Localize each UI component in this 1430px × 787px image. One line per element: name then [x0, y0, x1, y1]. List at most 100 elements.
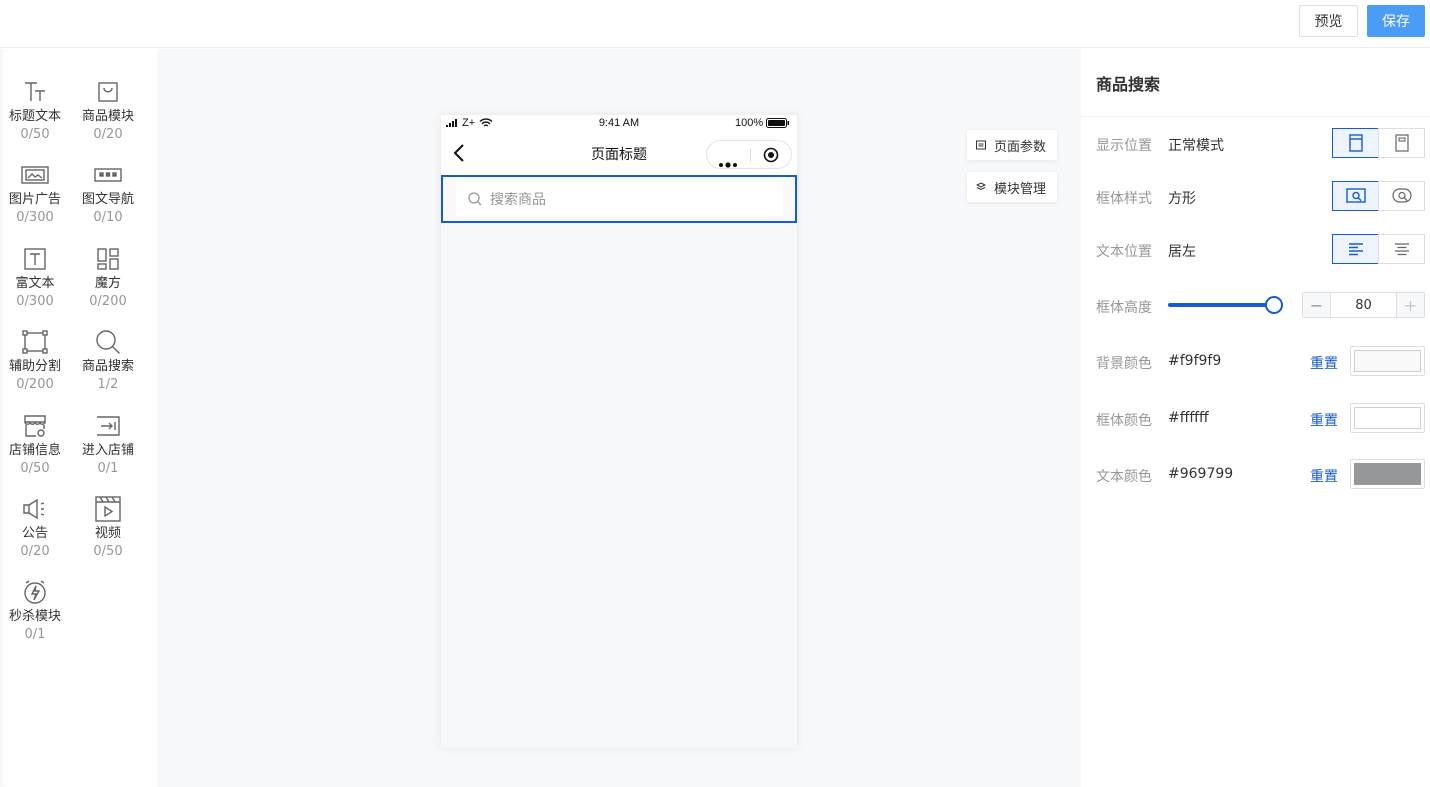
- bg-color-picker[interactable]: [1350, 346, 1425, 376]
- component-name: 视频: [94, 526, 121, 541]
- setting-label: 框体高度: [1096, 300, 1152, 316]
- setting-label: 显示位置: [1096, 138, 1152, 154]
- component-name: 辅助分割: [8, 359, 61, 374]
- align-left-option[interactable]: [1332, 234, 1379, 264]
- component-name: 秒杀模块: [8, 609, 61, 624]
- component-panel: 标题文本 0/50 商品模块 0/20 图片广告 0/300 图文导航 0/10: [0, 49, 157, 787]
- component-goods[interactable]: 商品模块 0/20: [73, 77, 143, 143]
- round-style-option[interactable]: [1378, 181, 1425, 211]
- component-count: 0/10: [93, 210, 123, 225]
- component-name: 标题文本: [8, 109, 61, 124]
- tab-module-manage[interactable]: 模块管理: [967, 172, 1057, 202]
- component-cube[interactable]: 魔方 0/200: [73, 244, 143, 310]
- component-announcement[interactable]: 公告 0/20: [0, 494, 70, 560]
- enter-store-icon: [93, 411, 123, 441]
- setting-label: 框体样式: [1096, 191, 1152, 207]
- setting-box-color: 框体颜色 #ffffff 重置: [1096, 403, 1426, 435]
- search-module-block[interactable]: 搜索商品: [441, 175, 797, 223]
- component-count: 0/200: [16, 377, 54, 392]
- component-image-ad[interactable]: 图片广告 0/300: [0, 160, 70, 226]
- color-swatch: [1354, 463, 1421, 485]
- save-button[interactable]: 保存: [1367, 5, 1425, 37]
- color-swatch: [1354, 350, 1421, 372]
- component-enter-store[interactable]: 进入店铺 0/1: [73, 411, 143, 477]
- reset-link[interactable]: 重置: [1310, 353, 1338, 373]
- component-search[interactable]: 商品搜索 1/2: [73, 327, 143, 393]
- text-position-toggle: [1332, 234, 1425, 264]
- phone-fixed-icon: [1394, 134, 1409, 152]
- tab-page-params[interactable]: 页面参数: [967, 130, 1057, 160]
- search-icon: [468, 192, 482, 206]
- box-color-picker[interactable]: [1350, 403, 1425, 433]
- setting-label: 框体颜色: [1096, 413, 1152, 429]
- component-divider[interactable]: 辅助分割 0/200: [0, 327, 70, 393]
- reset-link[interactable]: 重置: [1310, 410, 1338, 430]
- store-info-icon: [20, 411, 50, 441]
- search-input[interactable]: 搜索商品: [456, 182, 783, 216]
- phone-normal-icon: [1348, 134, 1363, 152]
- align-left-icon: [1348, 243, 1363, 256]
- capsule-divider: [750, 148, 751, 162]
- component-count: 0/200: [89, 294, 127, 309]
- more-icon[interactable]: [718, 153, 738, 172]
- align-center-icon: [1394, 243, 1409, 256]
- component-video[interactable]: 视频 0/50: [73, 494, 143, 560]
- height-value-input[interactable]: 80: [1330, 293, 1397, 317]
- setting-value: 居左: [1168, 244, 1196, 260]
- component-name: 商品搜索: [81, 359, 134, 374]
- phone-preview: Z+ 9:41 AM 100% 页面标题 搜索商品: [441, 115, 797, 748]
- flash-sale-icon: [20, 577, 50, 607]
- component-count: 0/50: [20, 461, 50, 476]
- rich-text-icon: [20, 244, 50, 274]
- component-name: 店铺信息: [8, 443, 61, 458]
- fixed-mode-option[interactable]: [1378, 128, 1425, 158]
- setting-text-color: 文本颜色 #969799 重置: [1096, 459, 1426, 491]
- component-flash-sale[interactable]: 秒杀模块 0/1: [0, 577, 70, 643]
- component-count: 0/1: [24, 627, 46, 642]
- square-style-option[interactable]: [1332, 181, 1379, 211]
- battery-icon: [766, 118, 790, 128]
- tab-label: 页面参数: [994, 139, 1047, 155]
- phone-header: Z+ 9:41 AM 100% 页面标题: [441, 115, 797, 175]
- image-nav-icon: [93, 160, 123, 190]
- align-center-option[interactable]: [1378, 234, 1425, 264]
- setting-label: 文本位置: [1096, 244, 1152, 260]
- editor-canvas: Z+ 9:41 AM 100% 页面标题 搜索商品 页面参数 模块管理: [157, 49, 1081, 787]
- setting-value: 方形: [1168, 191, 1196, 207]
- color-swatch: [1354, 407, 1421, 429]
- setting-bg-color: 背景颜色 #f9f9f9 重置: [1096, 346, 1426, 378]
- decrease-button[interactable]: −: [1303, 293, 1330, 317]
- tab-label: 模块管理: [994, 181, 1047, 197]
- component-rich-text[interactable]: 富文本 0/300: [0, 244, 70, 310]
- round-search-icon: [1391, 188, 1412, 203]
- component-image-nav[interactable]: 图文导航 0/10: [73, 160, 143, 226]
- component-count: 0/20: [93, 127, 123, 142]
- normal-mode-option[interactable]: [1332, 128, 1379, 158]
- component-name: 魔方: [94, 276, 121, 291]
- height-slider-handle[interactable]: [1265, 296, 1283, 314]
- component-count: 0/300: [16, 210, 54, 225]
- component-store-info[interactable]: 店铺信息 0/50: [0, 411, 70, 477]
- mini-program-capsule: [706, 140, 792, 169]
- square-search-icon: [1345, 188, 1366, 203]
- announcement-icon: [20, 494, 50, 524]
- component-name: 图文导航: [81, 192, 134, 207]
- component-title-text[interactable]: 标题文本 0/50: [0, 77, 70, 143]
- close-target-icon[interactable]: [763, 147, 779, 167]
- setting-box-height: 框体高度 − 80 +: [1096, 290, 1426, 322]
- text-color-picker[interactable]: [1350, 459, 1425, 489]
- increase-button[interactable]: +: [1397, 293, 1424, 317]
- component-count: 1/2: [97, 377, 119, 392]
- setting-display-position: 显示位置 正常模式: [1096, 128, 1426, 160]
- component-count: 0/300: [16, 294, 54, 309]
- setting-label: 背景颜色: [1096, 356, 1152, 372]
- reset-link[interactable]: 重置: [1310, 466, 1338, 486]
- height-slider-track[interactable]: [1168, 303, 1274, 307]
- component-name: 富文本: [15, 276, 55, 291]
- component-name: 商品模块: [81, 109, 134, 124]
- color-value: #969799: [1168, 466, 1234, 482]
- component-count: 0/50: [20, 127, 50, 142]
- preview-button[interactable]: 预览: [1299, 5, 1358, 37]
- setting-box-style: 框体样式 方形: [1096, 181, 1426, 213]
- search-icon: [93, 327, 123, 357]
